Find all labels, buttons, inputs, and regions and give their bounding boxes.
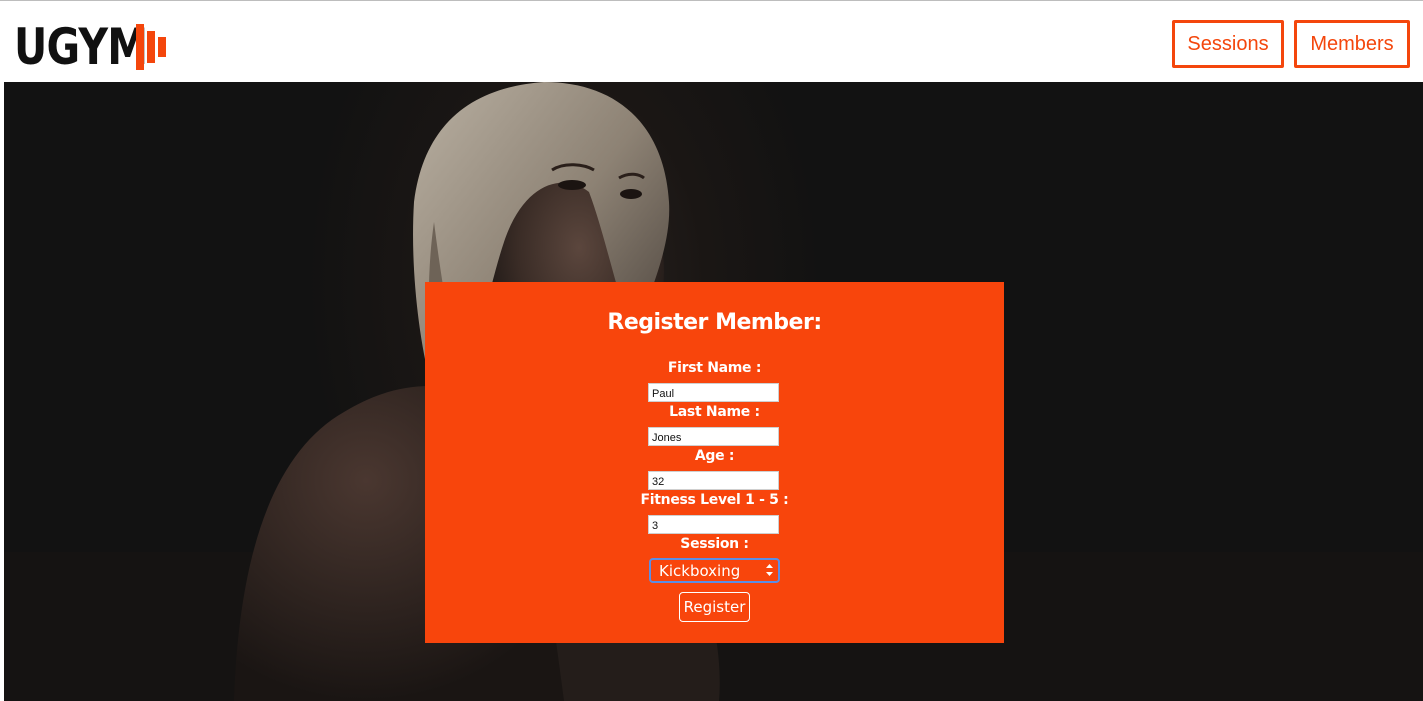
age-label: Age : [694, 448, 735, 464]
session-label: Session : [680, 536, 749, 552]
first-name-input[interactable] [648, 383, 779, 402]
nav-sessions-button[interactable]: Sessions [1172, 20, 1284, 68]
logo-text: UGYM [14, 18, 148, 76]
register-member-panel: Register Member: First Name : Last Name … [425, 282, 1004, 643]
hero-background-image: Register Member: First Name : Last Name … [4, 82, 1423, 701]
select-arrows-icon [766, 564, 773, 576]
nav-members-button[interactable]: Members [1294, 20, 1410, 68]
register-button[interactable]: Register [679, 592, 750, 622]
logo-bars-icon [136, 20, 176, 74]
last-name-label: Last Name : [669, 404, 760, 420]
fitness-level-input[interactable] [648, 515, 779, 534]
fitness-level-label: Fitness Level 1 - 5 : [640, 492, 789, 508]
session-select-value: Kickboxing [659, 561, 741, 580]
form-title: Register Member: [607, 310, 822, 335]
age-input[interactable] [648, 471, 779, 490]
logo[interactable]: UGYM [14, 18, 166, 76]
first-name-label: First Name : [667, 360, 762, 376]
last-name-input[interactable] [648, 427, 779, 446]
site-header: UGYM Sessions Members [0, 1, 1423, 82]
session-select[interactable]: Kickboxing [649, 558, 780, 583]
